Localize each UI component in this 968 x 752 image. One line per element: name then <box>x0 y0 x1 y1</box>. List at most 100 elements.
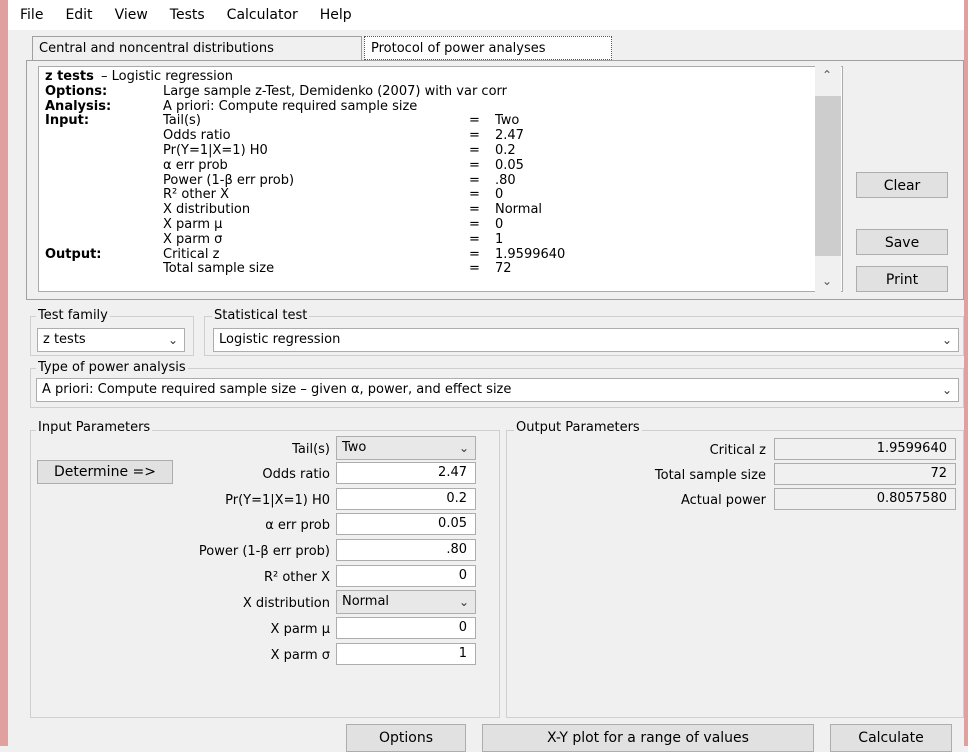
protocol-scrollbar[interactable]: ⌃ ⌄ <box>815 66 841 292</box>
input-parameters-title: Input Parameters <box>36 420 153 435</box>
options-button[interactable]: Options <box>346 724 466 752</box>
tails-select[interactable]: Two ⌄ <box>336 436 476 460</box>
statistical-test-label: Statistical test <box>212 308 310 323</box>
power-analysis-value: A priori: Compute required sample size –… <box>42 382 512 397</box>
power-analysis-label: Type of power analysis <box>36 360 188 375</box>
protocol-input-label: X distribution <box>163 202 251 218</box>
determine-button[interactable]: Determine => <box>37 460 173 484</box>
menu-calculator[interactable]: Calculator <box>215 7 308 23</box>
x-parm-sigma-label: X parm σ <box>270 648 330 663</box>
tails-label: Tail(s) <box>292 442 330 457</box>
menu-file[interactable]: File <box>8 7 53 23</box>
scroll-down-icon[interactable]: ⌄ <box>822 274 832 288</box>
protocol-output-label: Total sample size <box>163 261 275 277</box>
calculate-button[interactable]: Calculate <box>830 724 952 752</box>
protocol-title-bold: z tests <box>45 69 94 84</box>
menu-help[interactable]: Help <box>308 7 362 23</box>
protocol-input-value: Two <box>495 113 520 129</box>
actual-power-label: Actual power <box>680 493 766 508</box>
window-border-right <box>964 0 968 746</box>
total-sample-size-label: Total sample size <box>654 468 766 483</box>
protocol-text-area[interactable]: z tests – Logistic regression Options: La… <box>38 66 843 292</box>
protocol-input-label: Odds ratio <box>163 128 231 144</box>
statistical-test-select[interactable]: Logistic regression ⌄ <box>213 328 959 352</box>
protocol-output-value: 72 <box>495 261 512 277</box>
protocol-input-label: Power (1-β err prob) <box>163 172 295 188</box>
chevron-down-icon: ⌄ <box>941 383 952 397</box>
menu-edit[interactable]: Edit <box>53 7 102 23</box>
protocol-output-value: 1.9599640 <box>495 246 566 262</box>
protocol-input-value: 0.05 <box>495 157 524 173</box>
protocol-input-value: 0 <box>495 216 504 232</box>
protocol-input-value: 0 <box>495 187 504 203</box>
protocol-input-label: X parm μ <box>163 216 223 232</box>
protocol-analysis-value: A priori: Compute required sample size <box>163 98 418 114</box>
chevron-down-icon: ⌄ <box>458 595 469 609</box>
protocol-eq: = <box>469 142 480 158</box>
power-label: Power (1-β err prob) <box>198 544 330 559</box>
protocol-eq: = <box>469 246 480 262</box>
scroll-up-icon[interactable]: ⌃ <box>822 68 832 82</box>
protocol-input-label: Pr(Y=1|X=1) H0 <box>163 142 268 158</box>
r2-label: R² other X <box>263 570 330 585</box>
protocol-eq: = <box>469 216 480 232</box>
protocol-eq: = <box>469 187 480 203</box>
window-border-left <box>0 0 8 746</box>
total-sample-size-field: 72 <box>774 463 956 485</box>
protocol-input-label: R² other X <box>163 187 230 203</box>
tails-value: Two <box>342 440 367 455</box>
alpha-label: α err prob <box>265 518 330 533</box>
protocol-eq: = <box>469 157 480 173</box>
protocol-input-value: Normal <box>495 202 543 218</box>
menu-tests[interactable]: Tests <box>158 7 215 23</box>
menu-view[interactable]: View <box>103 7 158 23</box>
protocol-input-label: α err prob <box>163 157 228 173</box>
print-button[interactable]: Print <box>856 266 948 292</box>
critical-z-label: Critical z <box>709 443 766 458</box>
tab-distributions[interactable]: Central and noncentral distributions <box>32 36 362 60</box>
test-family-select[interactable]: z tests ⌄ <box>37 328 185 352</box>
x-distribution-label: X distribution <box>242 596 330 611</box>
power-analysis-select[interactable]: A priori: Compute required sample size –… <box>36 378 959 402</box>
protocol-input-label: Tail(s) <box>163 113 201 129</box>
test-family-value: z tests <box>43 332 86 347</box>
protocol-input-value: 0.2 <box>495 142 516 158</box>
chevron-down-icon: ⌄ <box>941 333 952 347</box>
protocol-eq: = <box>469 113 480 129</box>
output-parameters-title: Output Parameters <box>514 420 642 435</box>
x-parm-mu-label: X parm μ <box>270 622 330 637</box>
scroll-thumb[interactable] <box>815 96 841 256</box>
alpha-field[interactable]: 0.05 <box>336 513 476 535</box>
critical-z-field: 1.9599640 <box>774 438 956 460</box>
protocol-eq: = <box>469 261 480 277</box>
protocol-input-label: X parm σ <box>163 231 223 247</box>
pr-h0-label: Pr(Y=1|X=1) H0 <box>225 493 330 508</box>
x-parm-sigma-field[interactable]: 1 <box>336 643 476 665</box>
protocol-input-value: 1 <box>495 231 504 247</box>
actual-power-field: 0.8057580 <box>774 488 956 510</box>
protocol-eq: = <box>469 172 480 188</box>
x-parm-mu-field[interactable]: 0 <box>336 617 476 639</box>
protocol-title-rest: – Logistic regression <box>101 69 233 84</box>
power-field[interactable]: .80 <box>336 539 476 561</box>
protocol-eq: = <box>469 202 480 218</box>
protocol-input-value: 2.47 <box>495 128 524 144</box>
protocol-options-value: Large sample z-Test, Demidenko (2007) wi… <box>163 83 507 99</box>
statistical-test-value: Logistic regression <box>219 332 341 347</box>
x-distribution-select[interactable]: Normal ⌄ <box>336 590 476 614</box>
odds-ratio-field[interactable]: 2.47 <box>336 462 476 484</box>
chevron-down-icon: ⌄ <box>167 333 178 347</box>
odds-ratio-label: Odds ratio <box>262 467 330 482</box>
xy-plot-button[interactable]: X-Y plot for a range of values <box>482 724 814 752</box>
protocol-output-label: Critical z <box>163 246 220 262</box>
tab-protocol[interactable]: Protocol of power analyses <box>364 36 612 60</box>
x-distribution-value: Normal <box>342 594 390 609</box>
pr-h0-field[interactable]: 0.2 <box>336 488 476 510</box>
r2-field[interactable]: 0 <box>336 565 476 587</box>
clear-button[interactable]: Clear <box>856 172 948 198</box>
save-button[interactable]: Save <box>856 229 948 255</box>
protocol-input-key: Input: <box>45 113 90 129</box>
menu-bar: File Edit View Tests Calculator Help <box>8 0 964 30</box>
chevron-down-icon: ⌄ <box>458 441 469 455</box>
protocol-eq: = <box>469 128 480 144</box>
